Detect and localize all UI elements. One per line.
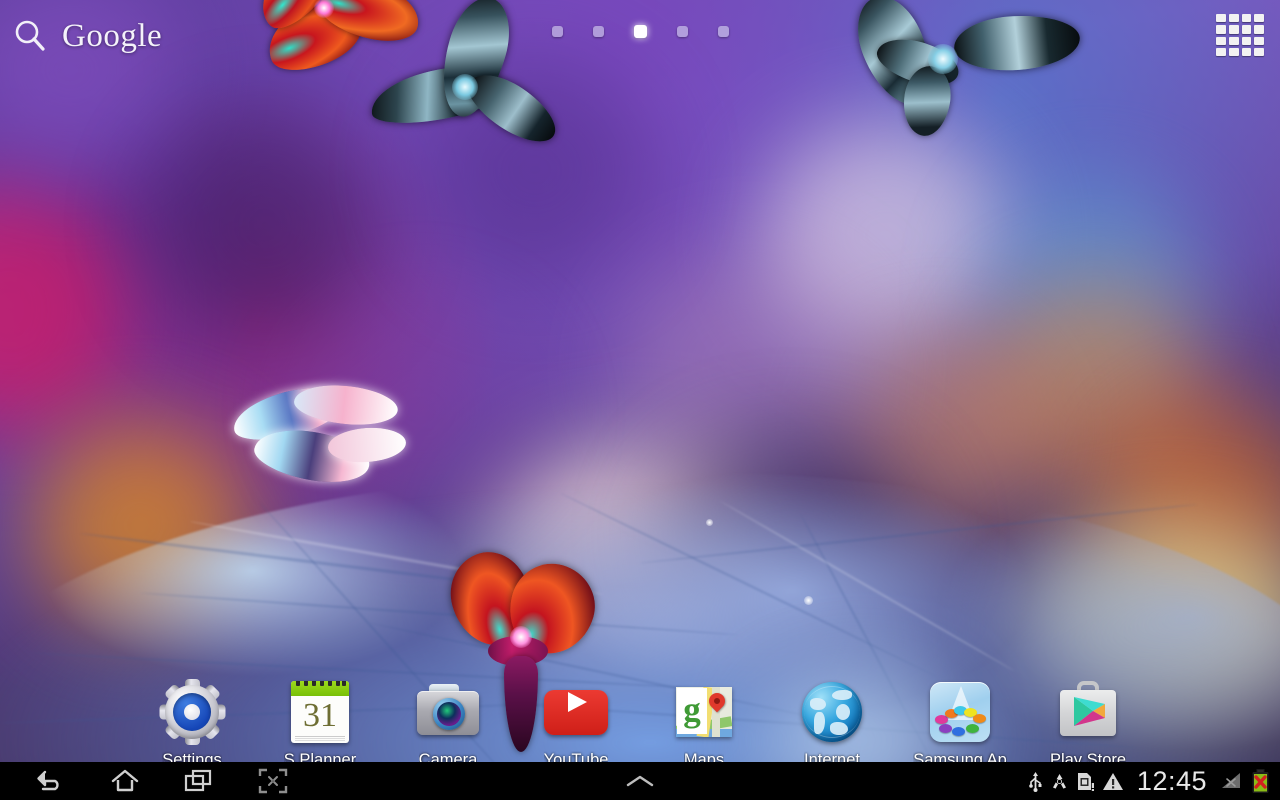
recents-button[interactable] <box>162 762 236 800</box>
dock-item-play-store[interactable]: Play Store <box>1024 679 1152 770</box>
back-arrow-icon <box>37 770 59 791</box>
butterfly-wing <box>326 425 408 465</box>
grid-cell <box>1254 36 1264 45</box>
page-dot-5[interactable] <box>717 26 729 37</box>
home-screen-dock: Settings 31 S Planner Camera YouTube g M… <box>0 679 1280 770</box>
butterfly-pale-sparkle <box>228 379 408 504</box>
dock-item-youtube[interactable]: YouTube <box>512 679 640 770</box>
grid-cell <box>1254 47 1264 56</box>
grid-cell <box>1228 47 1239 56</box>
screen-capture-icon <box>258 768 288 794</box>
maps-icon[interactable]: g <box>671 679 737 745</box>
leaf-highlight <box>719 500 1015 672</box>
android-home-screen: Google Settings 31 S Planner Camera YouT… <box>0 0 1280 800</box>
calendar-icon[interactable]: 31 <box>287 679 353 745</box>
samsung-apps-tile <box>930 682 990 742</box>
youtube-icon[interactable] <box>543 679 609 745</box>
butterfly-body <box>452 74 478 100</box>
page-dot-2[interactable] <box>592 26 604 37</box>
status-bar-tray[interactable]: 12:45 <box>1028 766 1270 797</box>
leaf-vein <box>139 592 739 636</box>
calendar-body: 31 <box>291 681 349 743</box>
butterfly-wing <box>952 11 1082 75</box>
nav-buttons-group <box>0 762 310 800</box>
page-dot-1[interactable] <box>551 26 563 37</box>
bokeh-blob-magenta <box>0 180 130 440</box>
globe-browser-icon[interactable] <box>799 679 865 745</box>
grid-cell <box>1216 25 1226 34</box>
camera-lens-inner <box>437 702 461 726</box>
grid-cell <box>1254 25 1264 34</box>
samsung-apps-dot <box>966 724 979 733</box>
grid-cell <box>1228 36 1239 45</box>
system-navigation-bar: 12:45 <box>0 762 1280 800</box>
butterfly-teal-fractal-left <box>367 0 570 158</box>
butterfly-body <box>928 44 958 74</box>
gear-center-hole <box>184 704 200 720</box>
dock-item-camera[interactable]: Camera <box>384 679 512 770</box>
camera-icon[interactable] <box>415 679 481 745</box>
play-triangle-icon <box>568 692 587 712</box>
page-dot-4[interactable] <box>676 26 688 37</box>
grid-cell <box>1241 47 1252 56</box>
grid-cell <box>1241 14 1252 23</box>
warning-icon <box>1102 771 1124 792</box>
leaf-vein <box>639 503 1198 564</box>
status-clock: 12:45 <box>1136 765 1207 796</box>
app-drawer-button[interactable] <box>1216 14 1264 56</box>
back-button[interactable] <box>14 762 88 800</box>
recent-apps-icon <box>184 769 212 792</box>
grid-cell <box>1216 14 1226 23</box>
calendar-lines <box>295 736 345 741</box>
globe-sphere <box>802 682 862 742</box>
page-indicator <box>0 25 1280 38</box>
leaf-vein <box>559 492 938 679</box>
bokeh-blob-dark <box>150 110 380 340</box>
recycle-icon <box>1050 772 1069 791</box>
home-button[interactable] <box>88 762 162 800</box>
grid-cell <box>1228 14 1239 23</box>
grid-cell <box>1241 25 1252 34</box>
screenshot-button[interactable] <box>236 762 310 800</box>
usb-icon <box>1028 770 1043 792</box>
samsung-apps-icon[interactable] <box>927 679 993 745</box>
dock-item-settings[interactable]: Settings <box>128 679 256 770</box>
dock-item-s-planner[interactable]: 31 S Planner <box>256 679 384 770</box>
battery-icon <box>1251 768 1270 794</box>
map-sheet: g <box>676 687 732 737</box>
sim-alert-icon <box>1076 771 1095 792</box>
grid-cell <box>1241 36 1252 45</box>
samsung-apps-dot <box>973 714 986 723</box>
dock-item-maps[interactable]: g Maps <box>640 679 768 770</box>
settings-gear-icon[interactable] <box>159 679 225 745</box>
samsung-apps-dot <box>952 727 965 736</box>
chevron-up-icon <box>626 775 654 787</box>
calendar-day-number: 31 <box>303 697 337 734</box>
home-house-icon <box>111 769 139 792</box>
play-store-icon[interactable] <box>1055 679 1121 745</box>
globe-latitude-line <box>804 686 860 738</box>
signal-icon <box>1220 770 1244 792</box>
grid-cell <box>1254 14 1264 23</box>
dock-item-samsung-apps[interactable]: Samsung Ap <box>896 679 1024 770</box>
sparkle-dot <box>804 596 813 605</box>
grid-cell <box>1216 36 1226 45</box>
calendar-header <box>291 681 349 696</box>
map-google-g: g <box>677 688 707 734</box>
sparkle-dot <box>706 519 713 526</box>
butterfly-teal-fractal-right <box>844 0 1082 139</box>
wallpaper[interactable] <box>0 0 1280 762</box>
grid-cell <box>1216 47 1226 56</box>
play-store-bag <box>1060 690 1116 736</box>
dock-item-internet[interactable]: Internet <box>768 679 896 770</box>
page-dot-3-active[interactable] <box>633 25 647 38</box>
samsung-apps-dot <box>939 724 952 733</box>
grid-cell <box>1228 25 1239 34</box>
butterfly-sparkle <box>510 626 532 648</box>
camera-lens-outer <box>433 698 465 730</box>
notification-handle[interactable] <box>603 762 677 800</box>
